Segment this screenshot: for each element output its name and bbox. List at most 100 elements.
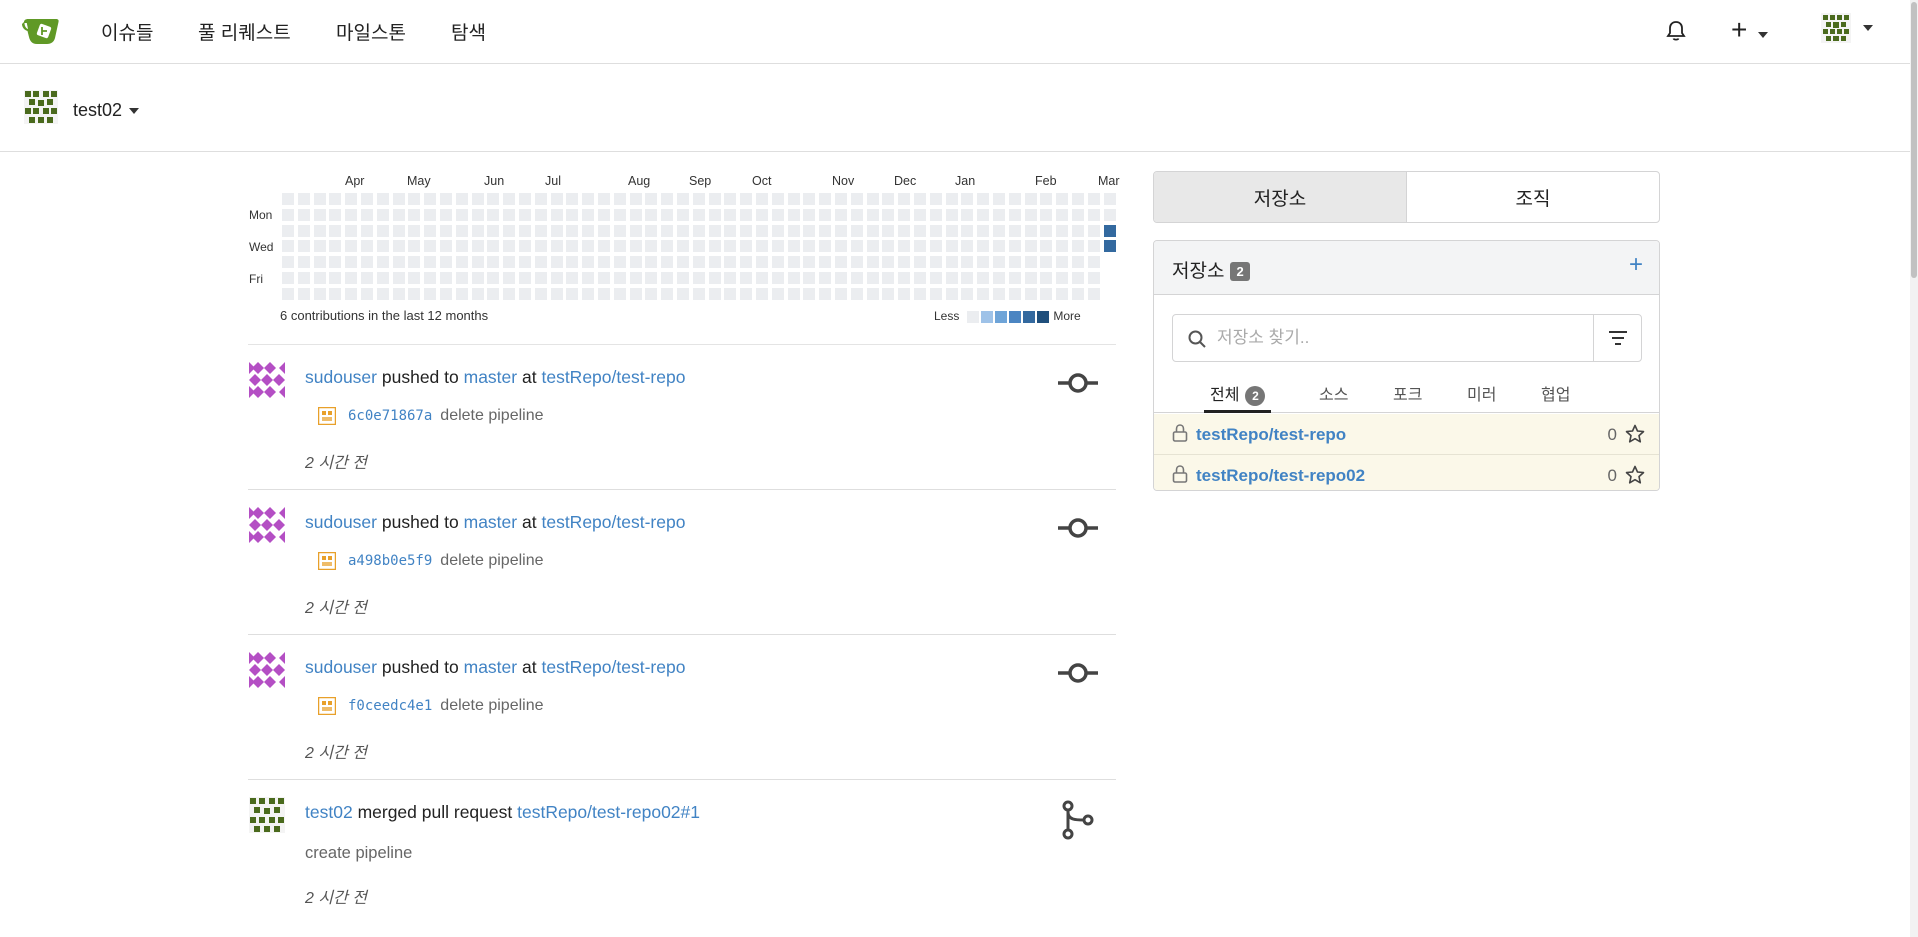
- heatmap-cell[interactable]: [534, 240, 547, 253]
- heatmap-cell[interactable]: [740, 240, 753, 253]
- heatmap-cell[interactable]: [771, 272, 784, 284]
- heatmap-cell[interactable]: [803, 287, 816, 300]
- heatmap-cell[interactable]: [1024, 272, 1037, 284]
- heatmap-cell[interactable]: [503, 272, 516, 284]
- heatmap-cell[interactable]: [361, 287, 373, 300]
- heatmap-cell[interactable]: [313, 240, 326, 253]
- heatmap-cell[interactable]: [945, 272, 958, 284]
- heatmap-cell[interactable]: [882, 240, 895, 253]
- heatmap-cell[interactable]: [392, 287, 405, 300]
- heatmap-cell[interactable]: [297, 272, 310, 284]
- heatmap-cell[interactable]: [345, 224, 358, 237]
- feed-branch-link[interactable]: master: [464, 512, 517, 532]
- heatmap-cell[interactable]: [471, 287, 484, 300]
- heatmap-cell[interactable]: [645, 208, 658, 221]
- heatmap-cell[interactable]: [582, 208, 595, 221]
- heatmap-cell[interactable]: [345, 272, 358, 284]
- heatmap-cell[interactable]: [898, 224, 911, 237]
- heatmap-cell[interactable]: [724, 224, 737, 237]
- heatmap-cell[interactable]: [866, 272, 879, 284]
- heatmap-cell[interactable]: [534, 193, 547, 205]
- heatmap-cell[interactable]: [1103, 240, 1116, 253]
- heatmap-cell[interactable]: [376, 193, 389, 205]
- heatmap-cell[interactable]: [914, 193, 926, 205]
- heatmap-cell[interactable]: [550, 272, 563, 284]
- heatmap-cell[interactable]: [819, 240, 832, 253]
- heatmap-cell[interactable]: [850, 272, 863, 284]
- heatmap-cell[interactable]: [977, 224, 990, 237]
- heatmap-cell[interactable]: [1103, 208, 1116, 221]
- heatmap-cell[interactable]: [282, 224, 294, 237]
- heatmap-cell[interactable]: [661, 287, 674, 300]
- heatmap-cell[interactable]: [787, 224, 800, 237]
- heatmap-cell[interactable]: [613, 193, 626, 205]
- heatmap-cell[interactable]: [408, 208, 421, 221]
- heatmap-cell[interactable]: [1008, 224, 1021, 237]
- heatmap-cell[interactable]: [392, 240, 405, 253]
- tab-repositories[interactable]: 저장소: [1154, 172, 1407, 222]
- heatmap-cell[interactable]: [771, 240, 784, 253]
- heatmap-cell[interactable]: [550, 224, 563, 237]
- heatmap-cell[interactable]: [1040, 240, 1053, 253]
- heatmap-cell[interactable]: [961, 272, 974, 284]
- heatmap-cell[interactable]: [882, 193, 895, 205]
- heatmap-cell[interactable]: [376, 208, 389, 221]
- heatmap-cell[interactable]: [566, 193, 579, 205]
- heatmap-cell[interactable]: [471, 256, 484, 269]
- heatmap-cell[interactable]: [424, 256, 437, 269]
- heatmap-cell[interactable]: [1024, 287, 1037, 300]
- heatmap-cell[interactable]: [455, 224, 468, 237]
- heatmap-cell[interactable]: [787, 272, 800, 284]
- heatmap-cell[interactable]: [1008, 208, 1021, 221]
- heatmap-cell[interactable]: [550, 208, 563, 221]
- heatmap-cell[interactable]: [1024, 256, 1037, 269]
- heatmap-cell[interactable]: [1024, 208, 1037, 221]
- heatmap-cell[interactable]: [582, 256, 595, 269]
- star-icon[interactable]: [1625, 465, 1645, 485]
- heatmap-cell[interactable]: [661, 240, 674, 253]
- heatmap-cell[interactable]: [629, 240, 642, 253]
- heatmap-cell[interactable]: [1087, 256, 1100, 269]
- heatmap-cell[interactable]: [582, 193, 595, 205]
- heatmap-cell[interactable]: [1103, 224, 1116, 237]
- heatmap-cell[interactable]: [803, 193, 816, 205]
- heatmap-cell[interactable]: [408, 256, 421, 269]
- heatmap-cell[interactable]: [835, 240, 847, 253]
- heatmap-cell[interactable]: [313, 272, 326, 284]
- feed-branch-link[interactable]: master: [464, 367, 517, 387]
- heatmap-cell[interactable]: [803, 272, 816, 284]
- heatmap-cell[interactable]: [961, 208, 974, 221]
- heatmap-cell[interactable]: [866, 240, 879, 253]
- subtab-mirrors[interactable]: 미러: [1467, 381, 1496, 405]
- heatmap-cell[interactable]: [282, 193, 294, 205]
- heatmap-cell[interactable]: [440, 208, 452, 221]
- heatmap-cell[interactable]: [692, 272, 705, 284]
- user-avatar[interactable]: [249, 507, 285, 543]
- heatmap-cell[interactable]: [329, 224, 342, 237]
- heatmap-cell[interactable]: [803, 240, 816, 253]
- heatmap-cell[interactable]: [519, 224, 531, 237]
- heatmap-cell[interactable]: [345, 287, 358, 300]
- heatmap-cell[interactable]: [835, 208, 847, 221]
- heatmap-cell[interactable]: [282, 272, 294, 284]
- heatmap-cell[interactable]: [598, 224, 610, 237]
- heatmap-cell[interactable]: [519, 272, 531, 284]
- heatmap-cell[interactable]: [503, 240, 516, 253]
- heatmap-cell[interactable]: [835, 256, 847, 269]
- heatmap-cell[interactable]: [835, 224, 847, 237]
- heatmap-cell[interactable]: [724, 287, 737, 300]
- heatmap-cell[interactable]: [582, 272, 595, 284]
- heatmap-cell[interactable]: [692, 193, 705, 205]
- heatmap-cell[interactable]: [534, 208, 547, 221]
- heatmap-cell[interactable]: [424, 240, 437, 253]
- heatmap-cell[interactable]: [440, 256, 452, 269]
- heatmap-cell[interactable]: [898, 193, 911, 205]
- heatmap-cell[interactable]: [661, 224, 674, 237]
- heatmap-cell[interactable]: [771, 224, 784, 237]
- heatmap-cell[interactable]: [1008, 240, 1021, 253]
- nav-issues[interactable]: 이슈들: [101, 18, 153, 45]
- heatmap-cell[interactable]: [977, 208, 990, 221]
- heatmap-cell[interactable]: [945, 240, 958, 253]
- heatmap-cell[interactable]: [708, 193, 721, 205]
- heatmap-cell[interactable]: [1056, 256, 1069, 269]
